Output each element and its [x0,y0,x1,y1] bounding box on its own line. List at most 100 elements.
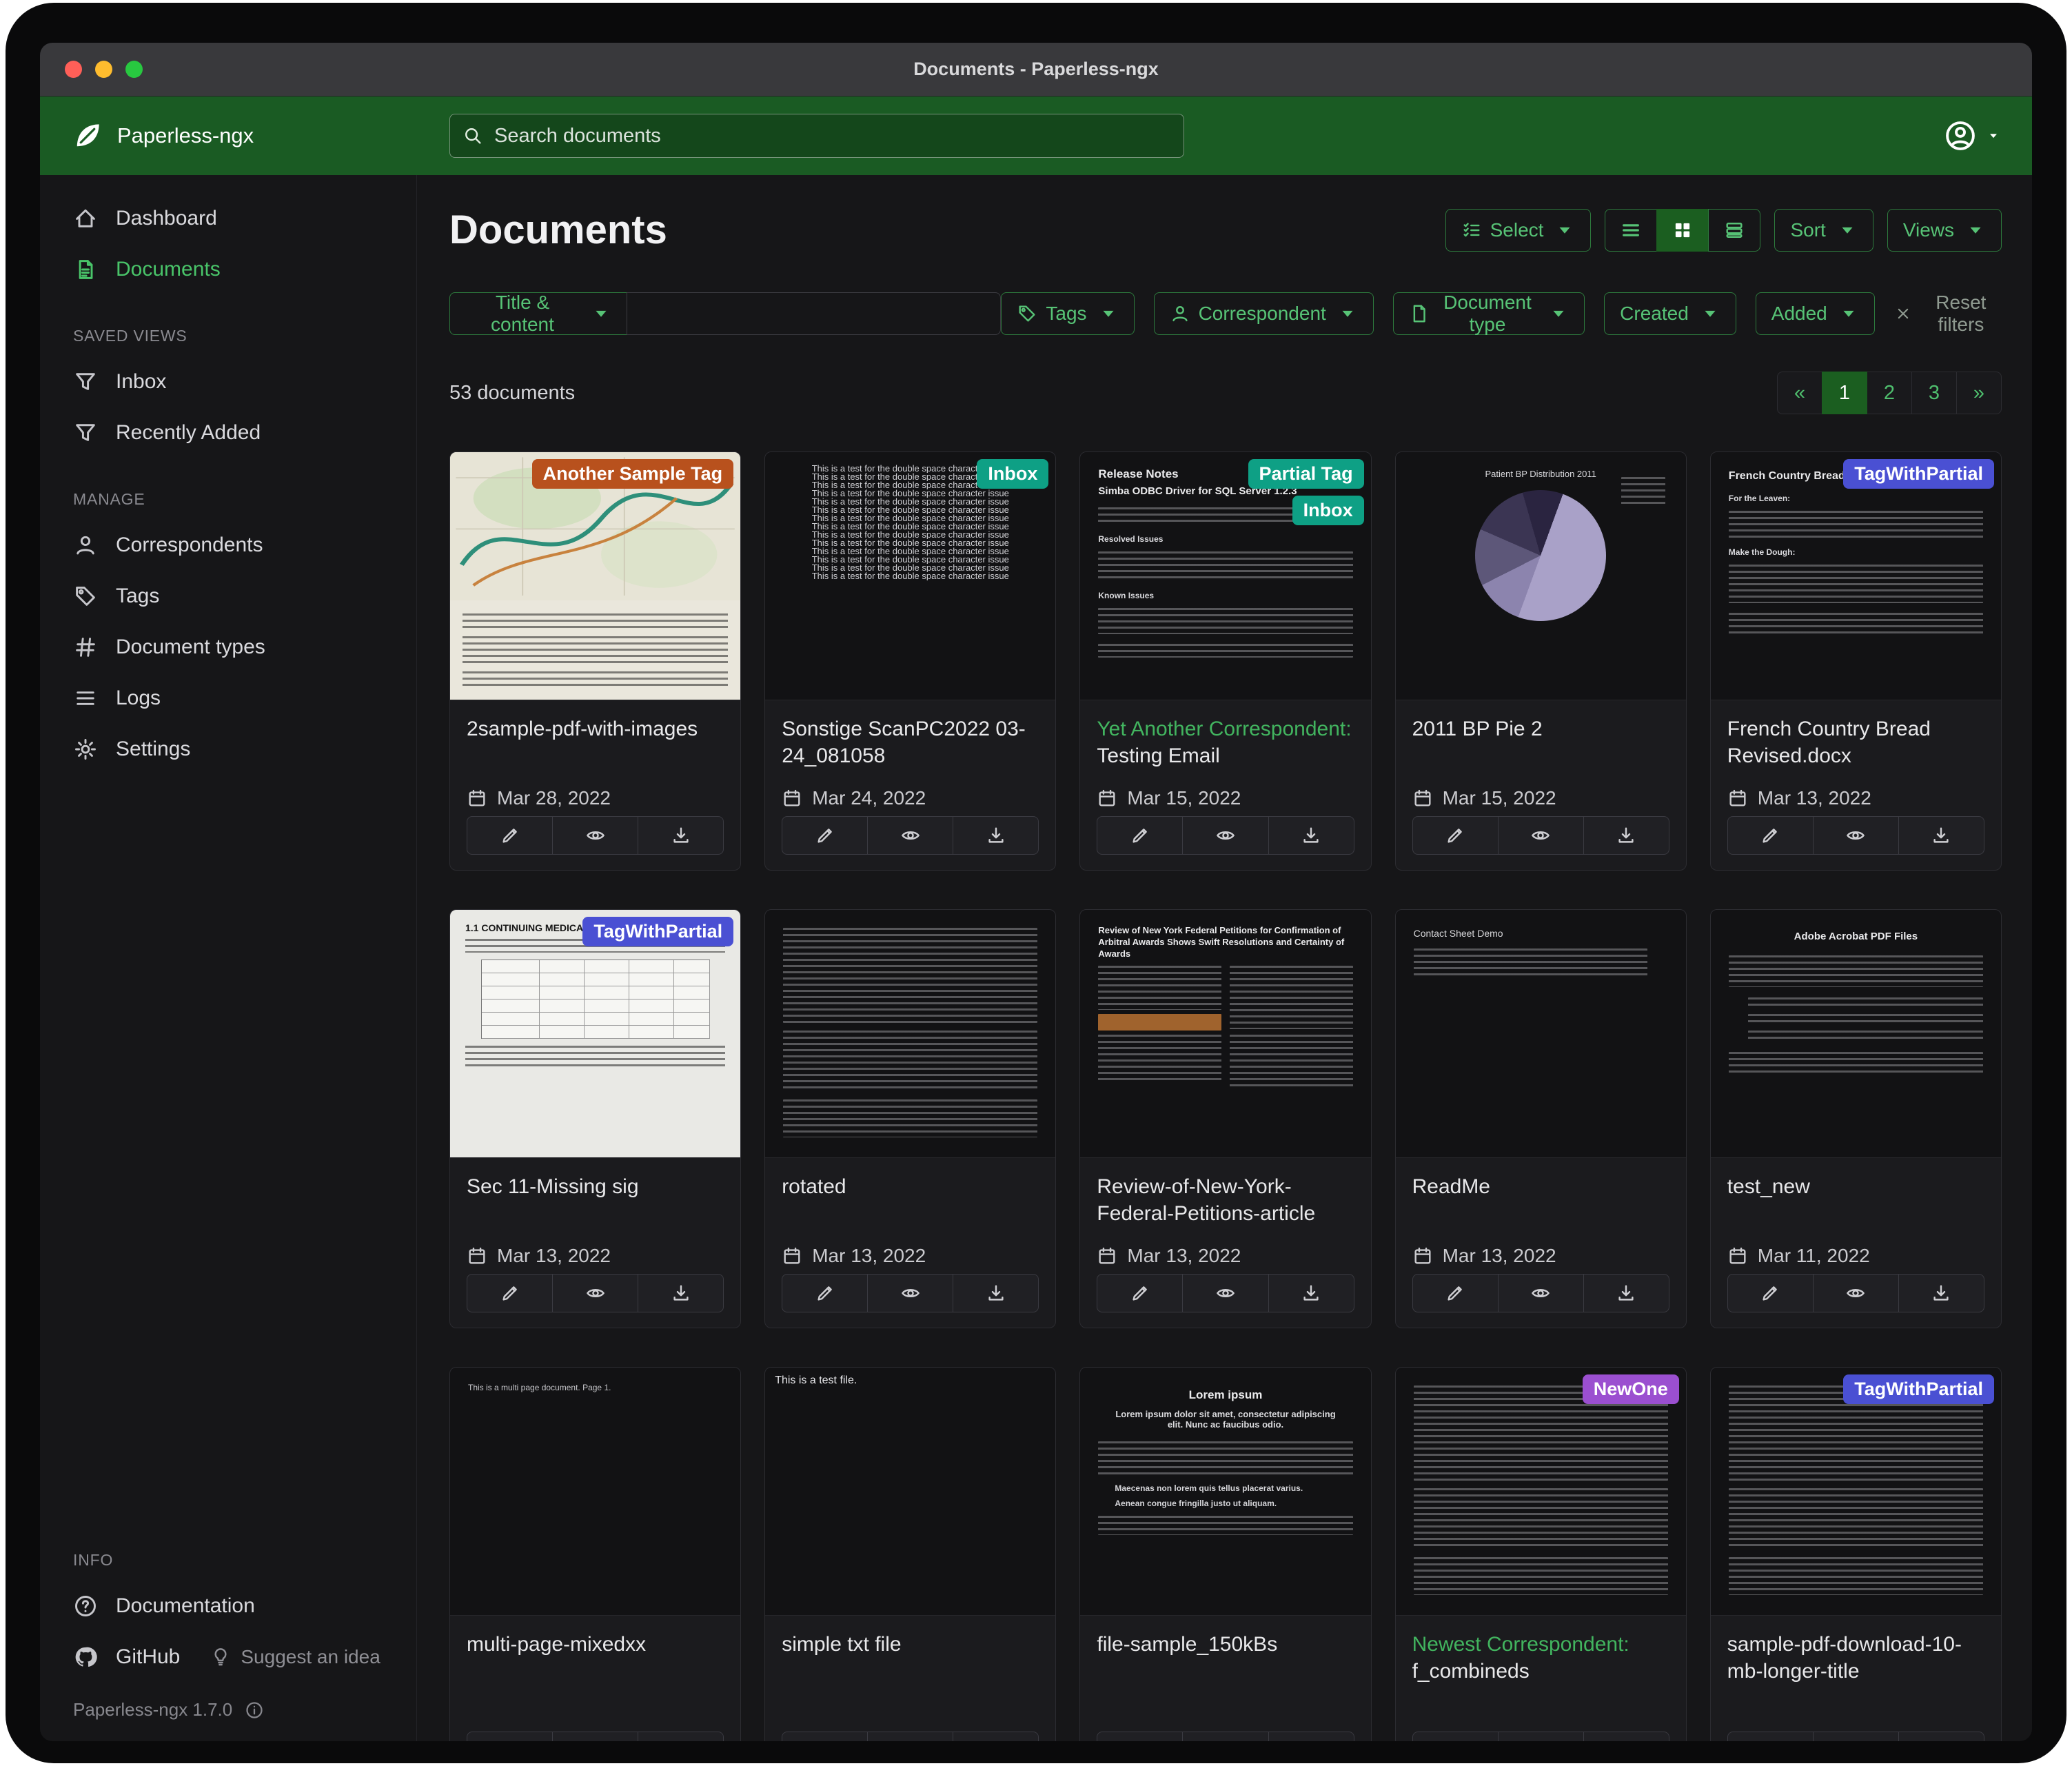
view-button[interactable] [867,1274,953,1312]
document-title[interactable]: 2sample-pdf-with-images [467,715,724,771]
download-button[interactable] [638,1274,724,1312]
edit-button[interactable] [467,816,553,855]
document-thumbnail[interactable]: NewOne [1396,1368,1686,1616]
search-input[interactable] [494,125,1171,148]
pagination-page-3[interactable]: 3 [1911,372,1957,414]
edit-button[interactable] [1412,1732,1499,1741]
correspondent-link[interactable]: Yet Another Correspondent: [1097,718,1351,740]
close-window-button[interactable] [65,61,82,78]
document-thumbnail[interactable] [765,910,1055,1158]
download-button[interactable] [1268,1274,1354,1312]
download-button[interactable] [1583,816,1669,855]
edit-button[interactable] [1097,1732,1183,1741]
document-thumbnail[interactable]: This is a multi page document. Page 1. [450,1368,740,1616]
pagination-next[interactable]: » [1956,372,2002,414]
document-title[interactable]: Sonstige ScanPC2022 03-24_081058 [782,715,1039,771]
document-card[interactable]: This is a test for the double space char… [764,451,1056,871]
suggest-idea-link[interactable]: Suggest an idea [210,1646,380,1668]
document-card[interactable]: Another Sample Tag 2sample-pdf-with-imag… [449,451,741,871]
document-card[interactable]: NewOne Newest Correspondent: f_combineds [1395,1367,1687,1741]
document-title[interactable]: Yet Another Correspondent: Testing Email [1097,715,1354,771]
pagination-page-1[interactable]: 1 [1822,372,1867,414]
view-button[interactable] [552,1732,638,1741]
edit-button[interactable] [1727,1732,1814,1741]
title-content-filter-button[interactable]: Title & content [449,292,627,335]
document-title[interactable]: Newest Correspondent: f_combineds [1412,1631,1669,1686]
document-card[interactable]: Release NotesSimba ODBC Driver for SQL S… [1079,451,1371,871]
document-thumbnail[interactable]: Patient BP Distribution 2011 [1396,452,1686,700]
view-button[interactable] [1813,816,1899,855]
added-filter-button[interactable]: Added [1756,292,1875,335]
tag-badge[interactable]: Another Sample Tag [532,459,734,489]
document-thumbnail[interactable]: 1.1 CONTINUING MEDICAL EDUCA TagWithPart… [450,910,740,1158]
edit-button[interactable] [1097,816,1183,855]
document-card[interactable]: Adobe Acrobat PDF Files test_new Mar 11,… [1710,909,2002,1328]
select-button[interactable]: Select [1445,209,1592,252]
download-button[interactable] [953,816,1039,855]
view-button[interactable] [1182,1274,1268,1312]
document-title[interactable]: Review-of-New-York-Federal-Petitions-art… [1097,1173,1354,1228]
edit-button[interactable] [1412,816,1499,855]
views-button[interactable]: Views [1887,209,2002,252]
tag-badge[interactable]: TagWithPartial [1843,1374,1994,1404]
sidebar-item-github[interactable]: GitHub [40,1632,187,1683]
sidebar-item-recently-added[interactable]: Recently Added [40,407,416,458]
view-button[interactable] [1813,1274,1899,1312]
view-button[interactable] [552,1274,638,1312]
detail-view-button[interactable] [1708,209,1760,252]
title-content-filter-input[interactable] [627,292,1001,335]
tag-badge[interactable]: Partial Tag [1248,459,1364,489]
view-button[interactable] [1182,816,1268,855]
view-button[interactable] [1498,1274,1584,1312]
zoom-window-button[interactable] [125,61,143,78]
document-card[interactable]: 1.1 CONTINUING MEDICAL EDUCA TagWithPart… [449,909,741,1328]
document-card[interactable]: TagWithPartial sample-pdf-download-10-mb… [1710,1367,2002,1741]
correspondent-filter-button[interactable]: Correspondent [1154,292,1374,335]
correspondent-link[interactable]: Newest Correspondent: [1412,1633,1629,1656]
document-card[interactable]: French Country BreadFor the Leaven:Make … [1710,451,2002,871]
minimize-window-button[interactable] [95,61,112,78]
sidebar-item-documents[interactable]: Documents [40,244,416,295]
edit-button[interactable] [782,1274,868,1312]
view-button[interactable] [552,816,638,855]
document-type-filter-button[interactable]: Document type [1393,292,1585,335]
document-card[interactable]: This is a multi page document. Page 1. m… [449,1367,741,1741]
edit-button[interactable] [1412,1274,1499,1312]
download-button[interactable] [638,816,724,855]
tag-badge[interactable]: TagWithPartial [1843,459,1994,489]
edit-button[interactable] [1097,1274,1183,1312]
user-menu[interactable] [1944,119,2000,152]
edit-button[interactable] [467,1274,553,1312]
tag-badge[interactable]: TagWithPartial [582,917,733,946]
document-thumbnail[interactable]: This is a test for the double space char… [765,452,1055,700]
view-button[interactable] [1813,1732,1899,1741]
download-button[interactable] [1898,1274,1984,1312]
reset-filters-button[interactable]: Reset filters [1894,292,2002,336]
document-thumbnail[interactable]: This is a test file. [765,1368,1055,1616]
sidebar-item-tags[interactable]: Tags [40,571,416,622]
document-title[interactable]: test_new [1727,1173,1984,1228]
sidebar-item-correspondents[interactable]: Correspondents [40,520,416,571]
pagination-page-2[interactable]: 2 [1867,372,1912,414]
document-card[interactable]: rotated Mar 13, 2022 [764,909,1056,1328]
download-button[interactable] [1268,1732,1354,1741]
document-title[interactable]: Sec 11-Missing sig [467,1173,724,1228]
document-title[interactable]: simple txt file [782,1631,1039,1686]
document-card[interactable]: Review of New York Federal Petitions for… [1079,909,1371,1328]
document-title[interactable]: file-sample_150kBs [1097,1631,1354,1686]
document-thumbnail[interactable]: Release NotesSimba ODBC Driver for SQL S… [1080,452,1370,700]
download-button[interactable] [953,1732,1039,1741]
download-button[interactable] [1898,1732,1984,1741]
brand[interactable]: Paperless-ngx [40,120,417,152]
view-button[interactable] [867,1732,953,1741]
sidebar-item-logs[interactable]: Logs [40,673,416,724]
document-card[interactable]: Lorem ipsumLorem ipsum dolor sit amet, c… [1079,1367,1371,1741]
view-button[interactable] [1498,1732,1584,1741]
created-filter-button[interactable]: Created [1604,292,1736,335]
document-title[interactable]: sample-pdf-download-10-mb-longer-title [1727,1631,1984,1686]
document-title[interactable]: French Country Bread Revised.docx [1727,715,1984,771]
view-button[interactable] [867,816,953,855]
tag-badge[interactable]: NewOne [1583,1374,1679,1404]
edit-button[interactable] [782,1732,868,1741]
document-thumbnail[interactable]: French Country BreadFor the Leaven:Make … [1711,452,2001,700]
